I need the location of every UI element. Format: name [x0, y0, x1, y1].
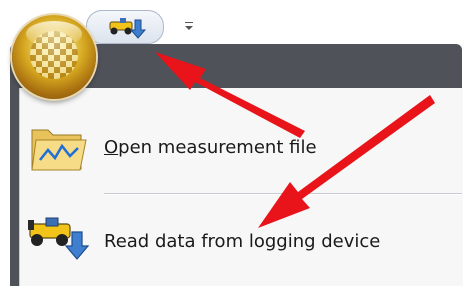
folder-chart-icon	[31, 129, 87, 171]
application-button[interactable]	[12, 15, 96, 99]
dropdown-arrow-icon	[185, 26, 193, 30]
menu-icon-container	[24, 116, 96, 178]
menu-item-label: Open measurement file	[104, 137, 317, 158]
dropdown-bar-icon	[185, 22, 193, 23]
race-car-download-icon	[28, 217, 90, 260]
menu-separator-highlight	[104, 194, 462, 195]
race-car-download-icon	[109, 18, 147, 39]
orb-highlight	[26, 21, 82, 47]
menu-icon-container	[24, 210, 96, 272]
qat-customize-button[interactable]	[182, 20, 196, 34]
qat-read-data-button[interactable]	[108, 14, 148, 40]
menu-item-open-measurement-file[interactable]: Open measurement file	[24, 116, 454, 178]
menu-item-label-rest: pen measurement file	[118, 136, 317, 158]
menu-item-label: Read data from logging device	[104, 230, 381, 252]
menu-item-read-data-from-logging-device[interactable]: Read data from logging device	[24, 210, 454, 272]
accelerator-key: O	[104, 136, 119, 158]
